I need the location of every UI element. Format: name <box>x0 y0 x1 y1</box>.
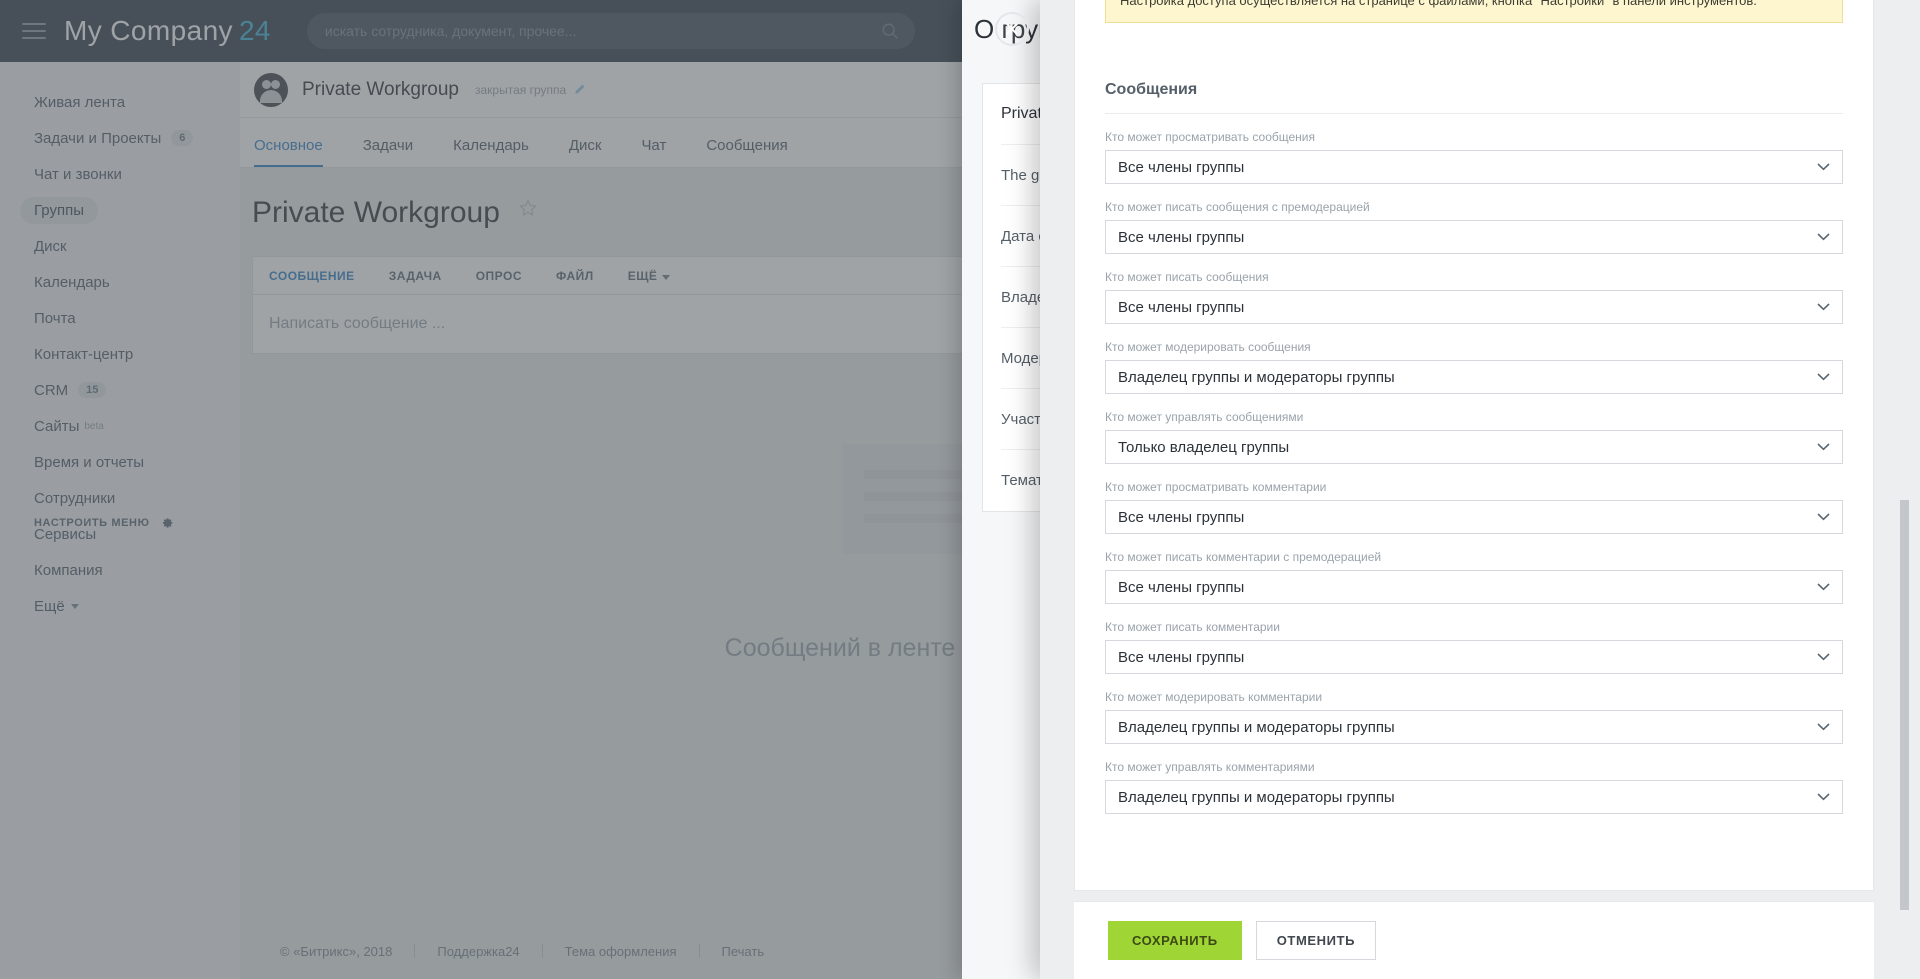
field-write-messages: Кто может писать сообщения Все члены гру… <box>1105 270 1843 324</box>
field-moderate-comments: Кто может модерировать комментарии Владе… <box>1105 690 1843 744</box>
chevron-down-icon <box>1817 583 1830 591</box>
select-value: Все члены группы <box>1118 228 1245 246</box>
select-view-comments[interactable]: Все члены группы <box>1105 500 1843 534</box>
select-write-comments-premoderation[interactable]: Все члены группы <box>1105 570 1843 604</box>
field-manage-comments: Кто может управлять комментариями Владел… <box>1105 760 1843 814</box>
select-value: Все члены группы <box>1118 578 1245 596</box>
cancel-button[interactable]: ОТМЕНИТЬ <box>1255 921 1377 960</box>
select-moderate-comments[interactable]: Владелец группы и модераторы группы <box>1105 710 1843 744</box>
chevron-down-icon <box>1817 653 1830 661</box>
slider-action-bar: СОХРАНИТЬ ОТМЕНИТЬ <box>1074 901 1874 979</box>
field-write-messages-premoderation: Кто может писать сообщения с премодераци… <box>1105 200 1843 254</box>
select-value: Все члены группы <box>1118 508 1245 526</box>
access-notice: Настройка доступа осуществляется на стра… <box>1105 0 1843 23</box>
field-label: Кто может модерировать сообщения <box>1105 340 1311 354</box>
field-write-comments-premoderation: Кто может писать комментарии с премодера… <box>1105 550 1843 604</box>
select-manage-comments[interactable]: Владелец группы и модераторы группы <box>1105 780 1843 814</box>
section-title-messages: Сообщения <box>1105 81 1198 98</box>
close-icon <box>1006 23 1018 35</box>
select-value: Владелец группы и модераторы группы <box>1118 718 1395 736</box>
chevron-down-icon <box>1817 443 1830 451</box>
field-view-comments: Кто может просматривать комментарии Все … <box>1105 480 1843 534</box>
field-write-comments: Кто может писать комментарии Все члены г… <box>1105 620 1843 674</box>
chevron-down-icon <box>1817 723 1830 731</box>
chevron-down-icon <box>1817 163 1830 171</box>
chevron-down-icon <box>1817 233 1830 241</box>
field-label: Кто может писать сообщения <box>1105 270 1269 284</box>
select-write-messages[interactable]: Все члены группы <box>1105 290 1843 324</box>
field-label: Кто может просматривать сообщения <box>1105 130 1315 144</box>
slider-scroll-area[interactable]: Настройка доступа осуществляется на стра… <box>1040 0 1920 901</box>
select-value: Все члены группы <box>1118 298 1245 316</box>
chevron-down-icon <box>1817 303 1830 311</box>
select-write-messages-premoderation[interactable]: Все члены группы <box>1105 220 1843 254</box>
select-view-messages[interactable]: Все члены группы <box>1105 150 1843 184</box>
select-value: Все члены группы <box>1118 158 1245 176</box>
field-label: Кто может писать комментарии с премодера… <box>1105 550 1382 564</box>
field-label: Кто может писать сообщения с премодераци… <box>1105 200 1370 214</box>
select-write-comments[interactable]: Все члены группы <box>1105 640 1843 674</box>
slider-form: Настройка доступа осуществляется на стра… <box>1074 0 1874 891</box>
field-view-messages: Кто может просматривать сообщения Все чл… <box>1105 130 1843 184</box>
chevron-down-icon <box>1817 373 1830 381</box>
slider-scrollbar-thumb[interactable] <box>1900 500 1909 910</box>
select-manage-messages[interactable]: Только владелец группы <box>1105 430 1843 464</box>
field-label: Кто может писать комментарии <box>1105 620 1280 634</box>
select-value: Владелец группы и модераторы группы <box>1118 368 1395 386</box>
select-moderate-messages[interactable]: Владелец группы и модераторы группы <box>1105 360 1843 394</box>
chevron-down-icon <box>1817 513 1830 521</box>
select-value: Владелец группы и модераторы группы <box>1118 788 1395 806</box>
field-label: Кто может управлять сообщениями <box>1105 410 1304 424</box>
select-value: Все члены группы <box>1118 648 1245 666</box>
group-settings-slider: Настройка доступа осуществляется на стра… <box>1040 0 1920 979</box>
field-manage-messages: Кто может управлять сообщениями Только в… <box>1105 410 1843 464</box>
save-button[interactable]: СОХРАНИТЬ <box>1108 921 1242 960</box>
field-label: Кто может просматривать комментарии <box>1105 480 1327 494</box>
close-button[interactable] <box>995 12 1029 46</box>
field-label: Кто может управлять комментариями <box>1105 760 1315 774</box>
field-moderate-messages: Кто может модерировать сообщения Владеле… <box>1105 340 1843 394</box>
field-label: Кто может модерировать комментарии <box>1105 690 1323 704</box>
chevron-down-icon <box>1817 793 1830 801</box>
select-value: Только владелец группы <box>1118 438 1290 456</box>
divider <box>1105 113 1843 114</box>
